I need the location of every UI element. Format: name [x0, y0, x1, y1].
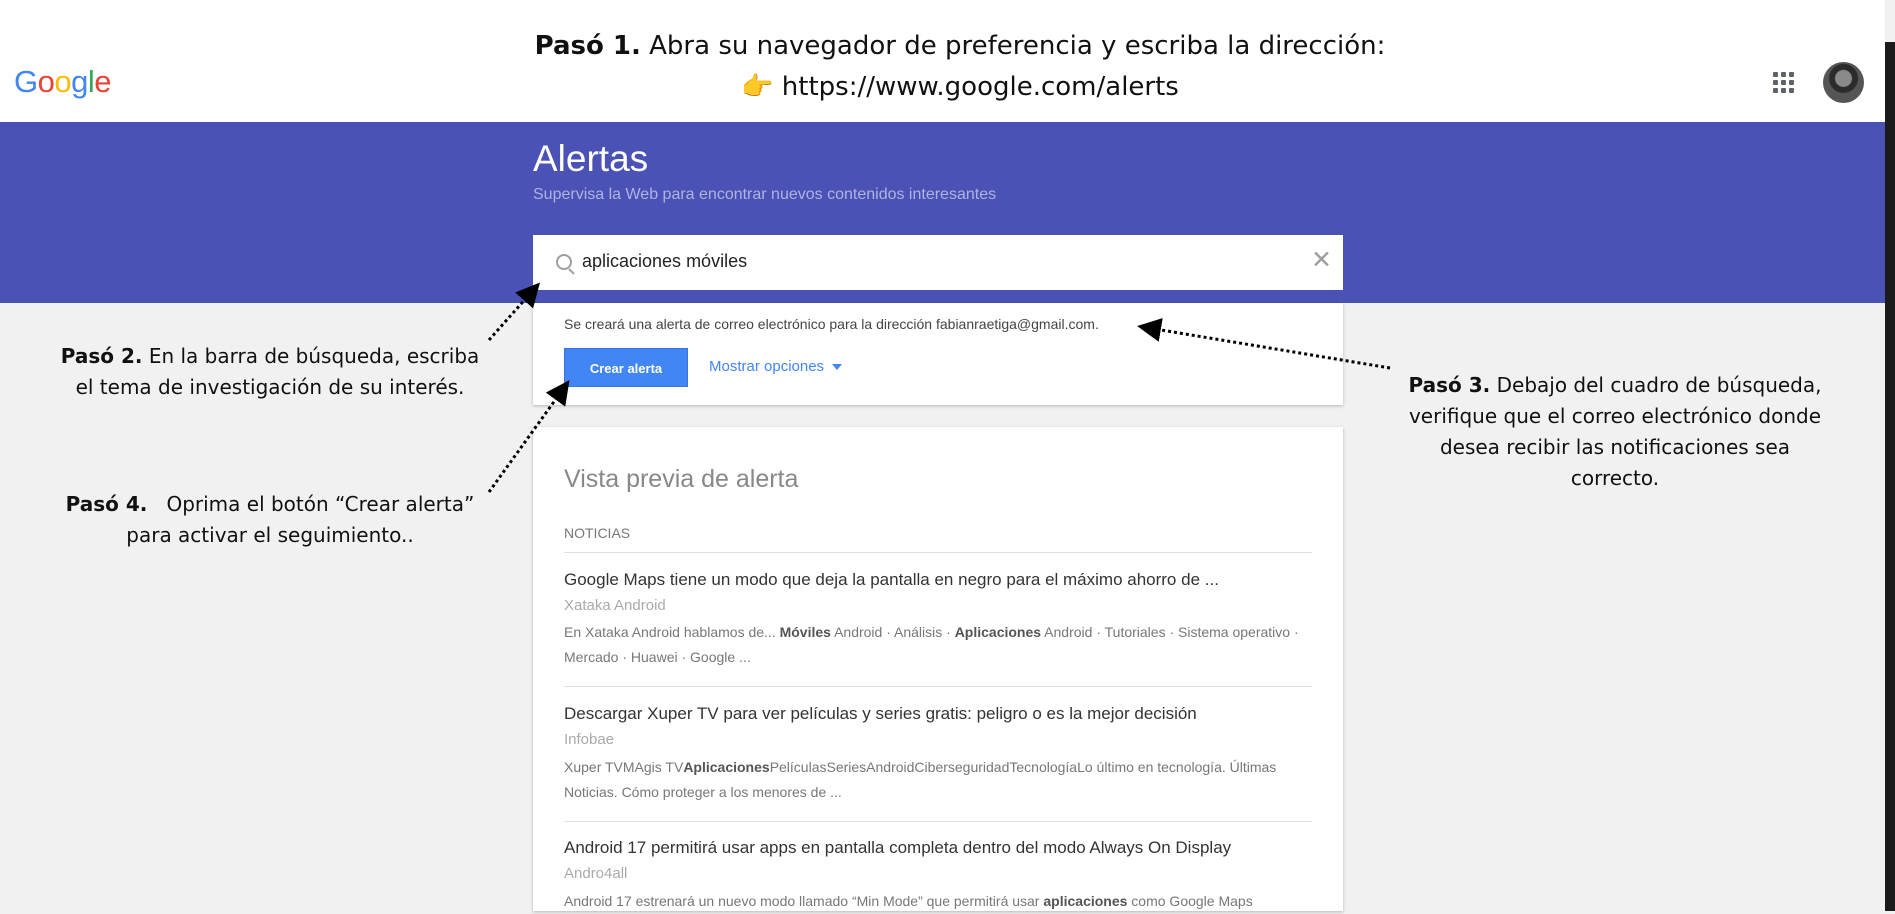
arrows-overlay	[487, 282, 1391, 493]
arrow-step2	[487, 282, 540, 341]
arrow-step4	[487, 380, 570, 493]
arrow-step3	[1137, 318, 1391, 370]
